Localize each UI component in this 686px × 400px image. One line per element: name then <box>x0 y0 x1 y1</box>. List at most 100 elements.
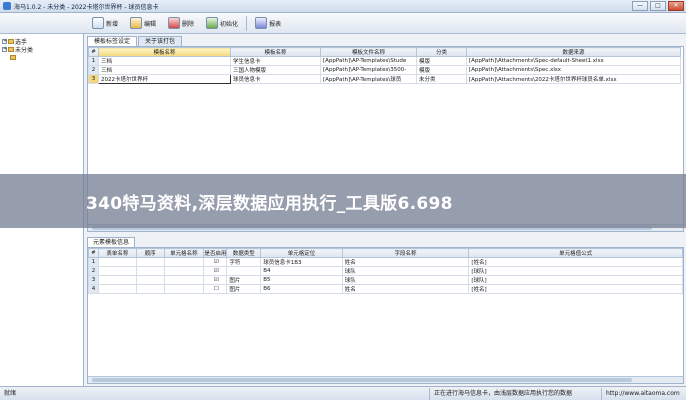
expand-icon[interactable]: + <box>2 46 7 52</box>
table-cell[interactable]: 三档 <box>98 65 231 75</box>
column-header[interactable]: 是否启用 <box>203 248 228 258</box>
tree-node-label: 未分类 <box>15 46 34 54</box>
init-button[interactable]: 初始化 <box>202 15 242 32</box>
table-cell[interactable]: 模版 <box>416 56 467 66</box>
delete-button[interactable]: 删除 <box>164 15 198 32</box>
table-cell[interactable]: [球队] <box>468 275 683 285</box>
table-cell[interactable] <box>135 257 165 267</box>
window-controls: — □ ✕ <box>632 1 684 11</box>
title-bar: 海马1.0.2 - 未分类 - 2022卡塔尔世界杯 - 球员信息卡 — □ ✕ <box>0 0 686 13</box>
table-cell[interactable]: 三国人物模版 <box>230 65 321 75</box>
table-cell[interactable]: 图片 <box>226 275 262 285</box>
tab-about-package[interactable]: 关于该打包 <box>138 36 183 46</box>
table-row[interactable]: 4 ☐ 图片 B6 姓名 [姓名] <box>88 284 683 294</box>
table-cell[interactable]: [AppPath]\Attachments\Spec-default-Sheet… <box>466 56 681 66</box>
column-header[interactable]: 单元格值公式 <box>468 248 683 258</box>
scrollbar-thumb[interactable] <box>92 378 632 382</box>
table-cell[interactable]: 球员信息卡1B3 <box>260 257 343 267</box>
table-cell[interactable]: 字符 <box>226 257 262 267</box>
table-cell[interactable]: 2022卡塔尔世界杯 <box>98 74 231 84</box>
column-header[interactable]: 顺序 <box>135 248 165 258</box>
enabled-checkbox[interactable]: ☑ <box>203 266 228 276</box>
close-button[interactable]: ✕ <box>668 1 684 11</box>
table-cell[interactable]: 姓名 <box>341 284 470 294</box>
tab-strip: 模板标签设定 关于该打包 <box>87 36 183 46</box>
table-cell[interactable]: 学生信息卡 <box>230 56 321 66</box>
table-cell[interactable] <box>97 284 137 294</box>
row-number: 4 <box>88 284 99 294</box>
tree-node-child[interactable] <box>2 53 81 61</box>
table-cell[interactable]: 球队 <box>341 275 470 285</box>
status-ready: 就绪 <box>0 387 430 400</box>
row-number: 2 <box>88 65 99 75</box>
table-cell[interactable] <box>163 266 205 276</box>
column-header[interactable]: 数据来源 <box>466 47 681 57</box>
table-cell[interactable]: 未分类 <box>416 74 467 84</box>
table-cell[interactable]: 球队 <box>341 266 470 276</box>
table-cell[interactable]: [AppPath]\Attachments\2022卡塔尔世界杯球员名单.xls… <box>466 74 681 84</box>
expand-icon[interactable]: + <box>2 38 7 44</box>
edit-button-label: 编辑 <box>144 20 157 28</box>
tree-node-players[interactable]: + 选手 <box>2 37 81 46</box>
enabled-checkbox[interactable]: ☑ <box>203 275 228 285</box>
table-row[interactable]: 2 三档 三国人物模版 [AppPath]\AP-Templates\3500-… <box>88 65 681 75</box>
column-header[interactable]: 模板文件名称 <box>320 47 417 57</box>
table-row[interactable]: 2 ☑ B4 球队 [球队] <box>88 266 683 276</box>
row-number: 3 <box>88 74 99 84</box>
delete-button-label: 删除 <box>182 20 195 28</box>
column-header[interactable]: 单元格定位 <box>260 248 343 258</box>
edit-button[interactable]: 编辑 <box>126 15 160 32</box>
table-cell[interactable] <box>226 266 262 276</box>
minimize-button[interactable]: — <box>632 1 648 11</box>
table-cell[interactable]: [姓名] <box>468 284 683 294</box>
table-cell[interactable] <box>163 257 205 267</box>
table-cell[interactable]: 图片 <box>226 284 262 294</box>
table-row-selected[interactable]: 3 2022卡塔尔世界杯 球员信息卡 [AppPath]\AP-Template… <box>88 74 681 84</box>
horizontal-scrollbar[interactable] <box>88 376 683 383</box>
column-header[interactable]: 数据类型 <box>226 248 262 258</box>
column-header[interactable]: 分类 <box>416 47 467 57</box>
table-cell[interactable] <box>135 275 165 285</box>
table-cell[interactable] <box>97 266 137 276</box>
table-cell[interactable]: 模版 <box>416 65 467 75</box>
field-grid: # 表单名称 顺序 单元格名称 是否启用 数据类型 单元格定位 字段名称 单元格… <box>87 247 684 384</box>
enabled-checkbox[interactable]: ☐ <box>203 284 228 294</box>
edit-icon <box>130 17 143 29</box>
tab-element-template-info[interactable]: 元素模板信息 <box>87 237 136 247</box>
table-cell[interactable]: [AppPath]\AP-Templates\球员 <box>320 74 417 84</box>
column-header[interactable]: 字段名称 <box>341 248 470 258</box>
column-header[interactable]: 模板名称 <box>230 47 321 57</box>
table-cell[interactable]: B4 <box>260 266 343 276</box>
tab-template-settings[interactable]: 模板标签设定 <box>87 36 138 46</box>
table-cell[interactable]: [AppPath]\AP-Templates\3500- <box>320 65 417 75</box>
tree-node-uncategorized[interactable]: + 未分类 <box>2 45 81 54</box>
table-cell[interactable] <box>135 266 165 276</box>
table-row[interactable]: 3 ☑ 图片 B5 球队 [球队] <box>88 275 683 285</box>
table-cell[interactable]: 姓名 <box>341 257 470 267</box>
new-button[interactable]: 新增 <box>88 15 122 32</box>
table-cell[interactable]: [AppPath]\Attachments\Spec.xlsx <box>466 65 681 75</box>
column-header[interactable]: 表单名称 <box>97 248 137 258</box>
table-cell[interactable]: B5 <box>260 275 343 285</box>
table-row[interactable]: 1 ☑ 字符 球员信息卡1B3 姓名 [姓名] <box>88 257 683 267</box>
table-cell[interactable] <box>97 257 137 267</box>
table-cell[interactable]: 球员信息卡 <box>230 74 321 84</box>
table-cell[interactable] <box>97 275 137 285</box>
maximize-button[interactable]: □ <box>650 1 666 11</box>
table-cell[interactable] <box>135 284 165 294</box>
delete-icon <box>168 17 181 29</box>
report-button[interactable]: 报表 <box>251 15 285 32</box>
column-header[interactable]: 单元格名称 <box>163 248 205 258</box>
table-cell[interactable]: [姓名] <box>468 257 683 267</box>
enabled-checkbox[interactable]: ☑ <box>203 257 228 267</box>
init-button-label: 初始化 <box>220 20 239 28</box>
table-row[interactable]: 1 三档 学生信息卡 [AppPath]\AP-Templates\Stude … <box>88 56 681 66</box>
table-cell[interactable]: B6 <box>260 284 343 294</box>
table-cell[interactable]: [AppPath]\AP-Templates\Stude <box>320 56 417 66</box>
column-header[interactable]: 模板名称 <box>98 47 231 57</box>
table-cell[interactable]: [球队] <box>468 266 683 276</box>
table-cell[interactable]: 三档 <box>98 56 231 66</box>
table-cell[interactable] <box>163 284 205 294</box>
report-icon <box>255 17 268 29</box>
table-cell[interactable] <box>163 275 205 285</box>
